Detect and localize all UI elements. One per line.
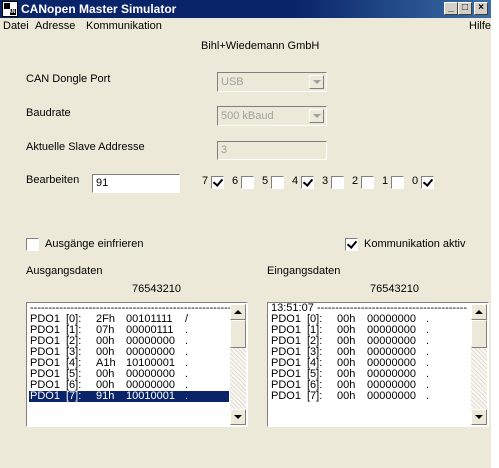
freeze-outputs-checkbox[interactable]: [26, 238, 39, 251]
svg-text:CAN: CAN: [5, 9, 16, 15]
list-item[interactable]: PDO1 [7]: 00h 00000000.: [270, 391, 470, 402]
menu-bar: Datei Adresse Kommunikation Hilfe: [0, 18, 491, 35]
cell-name: PDO1: [271, 390, 301, 402]
output-data-list[interactable]: ----------------------------------------…: [26, 302, 248, 427]
menu-adresse[interactable]: Adresse: [35, 20, 75, 32]
bit-label: 7: [202, 175, 209, 187]
bit-label: 0: [412, 175, 419, 187]
scroll-up-icon[interactable]: [471, 304, 487, 320]
slave-address-value: 3: [221, 144, 228, 156]
bit-5-checkbox[interactable]: [271, 176, 284, 189]
cell-hex: 00h: [337, 390, 356, 402]
output-data-title: Ausgangsdaten: [26, 265, 103, 277]
freeze-outputs-label: Ausgänge einfrieren: [45, 238, 144, 250]
bit-6-checkbox[interactable]: [241, 176, 254, 189]
input-data-list[interactable]: 13:51:07 -------------------------------…: [267, 302, 489, 427]
bit-7-checkbox[interactable]: [211, 176, 224, 189]
bit-4-checkbox[interactable]: [301, 176, 314, 189]
slave-address-field: 3: [217, 141, 327, 160]
bit-0-checkbox[interactable]: [421, 176, 434, 189]
maximize-icon: □: [461, 2, 469, 13]
menu-kommunikation[interactable]: Kommunikation: [86, 20, 162, 32]
minimize-icon: _: [448, 2, 454, 13]
cell-bin: 10010001: [126, 390, 175, 402]
chevron-down-icon[interactable]: [309, 75, 324, 89]
main-window: CAN CANopen Master Simulator _ □ × Datei…: [0, 0, 491, 468]
output-scrollbar[interactable]: [230, 304, 246, 425]
bit-label: 1: [382, 175, 389, 187]
baud-select-value: 500 kBaud: [221, 110, 274, 122]
app-icon: CAN: [2, 1, 18, 17]
list-item[interactable]: PDO1 [7]: 91h 10010001.: [29, 391, 229, 402]
comm-active-label: Kommunikation aktiv: [364, 238, 466, 250]
cell-ch: .: [426, 390, 430, 402]
baud-label: Baudrate: [26, 107, 71, 119]
bit-label: 4: [292, 175, 299, 187]
bit-label: 3: [322, 175, 329, 187]
cell-idx: [7]:: [66, 390, 82, 402]
cell-idx: [7]:: [307, 390, 323, 402]
bit-2-checkbox[interactable]: [361, 176, 374, 189]
edit-label: Bearbeiten: [26, 174, 80, 186]
bit-label: 5: [262, 175, 269, 187]
scroll-down-icon[interactable]: [230, 409, 246, 425]
cell-bin: 00000000: [367, 390, 416, 402]
edit-value-input[interactable]: 91: [92, 174, 180, 193]
menu-hilfe[interactable]: Hilfe: [469, 20, 491, 32]
port-select[interactable]: USB: [217, 72, 327, 92]
close-button[interactable]: ×: [474, 2, 488, 15]
input-data-title: Eingangsdaten: [267, 265, 341, 277]
edit-value-text: 91: [96, 177, 109, 189]
minimize-button[interactable]: _: [444, 2, 458, 15]
bit-1-checkbox[interactable]: [391, 176, 404, 189]
scroll-track[interactable]: [471, 348, 487, 409]
scroll-up-icon[interactable]: [230, 304, 246, 320]
bit-label: 2: [352, 175, 359, 187]
port-select-value: USB: [221, 76, 244, 88]
comm-active-checkbox[interactable]: [345, 238, 358, 251]
slave-address-label: Aktuelle Slave Addresse: [26, 141, 145, 153]
window-title: CANopen Master Simulator: [21, 2, 177, 16]
title-bar[interactable]: CAN CANopen Master Simulator _ □ ×: [0, 0, 491, 18]
can-logo-icon: CAN: [3, 2, 17, 16]
cell-ch: .: [185, 390, 189, 402]
input-bit-header: 76543210: [370, 283, 419, 295]
cell-hex: 91h: [96, 390, 115, 402]
bit-3-checkbox[interactable]: [331, 176, 344, 189]
port-label: CAN Dongle Port: [26, 73, 111, 85]
chevron-down-icon[interactable]: [309, 109, 324, 123]
close-icon: ×: [478, 2, 484, 13]
baud-select[interactable]: 500 kBaud: [217, 106, 327, 126]
scroll-down-icon[interactable]: [471, 409, 487, 425]
scroll-thumb[interactable]: [230, 320, 246, 348]
menu-datei[interactable]: Datei: [3, 20, 29, 32]
maximize-button[interactable]: □: [458, 2, 472, 15]
cell-name: PDO1: [30, 390, 60, 402]
bit-label: 6: [232, 175, 239, 187]
scroll-track[interactable]: [230, 348, 246, 409]
input-scrollbar[interactable]: [471, 304, 487, 425]
scroll-thumb[interactable]: [471, 320, 487, 348]
output-bit-header: 76543210: [132, 283, 181, 295]
company-name: Bihl+Wiedemann GmbH: [201, 40, 320, 52]
